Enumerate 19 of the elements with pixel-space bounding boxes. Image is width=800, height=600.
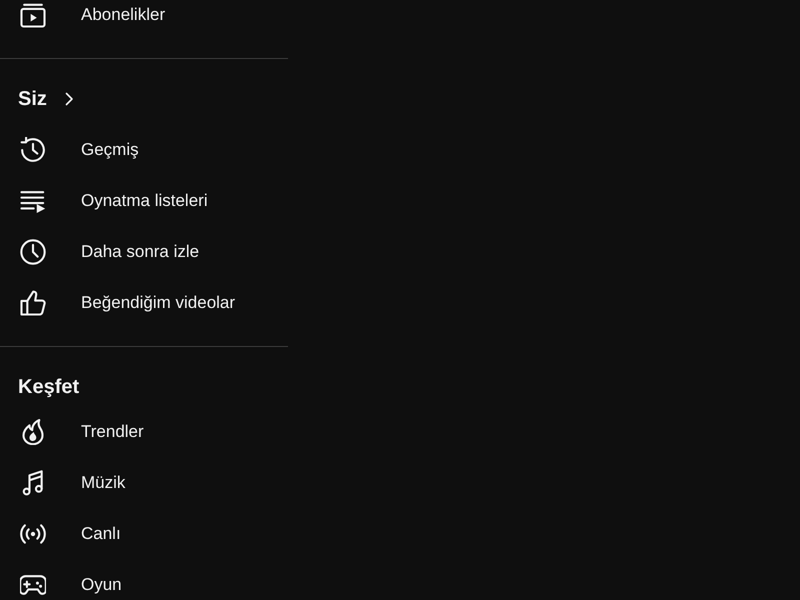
sidebar-item[interactable]: Abonelikler bbox=[12, 2, 276, 28]
section-title: Keşfet bbox=[17, 374, 80, 400]
history-icon bbox=[20, 137, 46, 163]
sidebar-item[interactable]: Oyun bbox=[12, 572, 276, 598]
sidebar-item[interactable]: Trendler bbox=[12, 419, 276, 445]
thumbs-up-icon bbox=[20, 290, 46, 316]
sidebar-item[interactable]: Canlı bbox=[12, 521, 276, 547]
flame-icon bbox=[20, 419, 46, 445]
chevron-right-icon bbox=[64, 92, 75, 106]
gamepad-icon bbox=[20, 572, 46, 598]
playlist-icon bbox=[20, 188, 46, 214]
sidebar-item[interactable]: Müzik bbox=[12, 470, 276, 496]
sidebar-item[interactable]: Daha sonra izle bbox=[12, 239, 276, 265]
clock-icon bbox=[20, 239, 46, 265]
sidebar-item[interactable]: Geçmiş bbox=[12, 137, 276, 163]
sidebar-item[interactable]: Beğendiğim videolar bbox=[12, 290, 276, 316]
video-stack-icon bbox=[20, 2, 46, 28]
section-link[interactable]: Siz bbox=[12, 86, 75, 112]
sidebar-item[interactable]: Oynatma listeleri bbox=[12, 188, 276, 214]
